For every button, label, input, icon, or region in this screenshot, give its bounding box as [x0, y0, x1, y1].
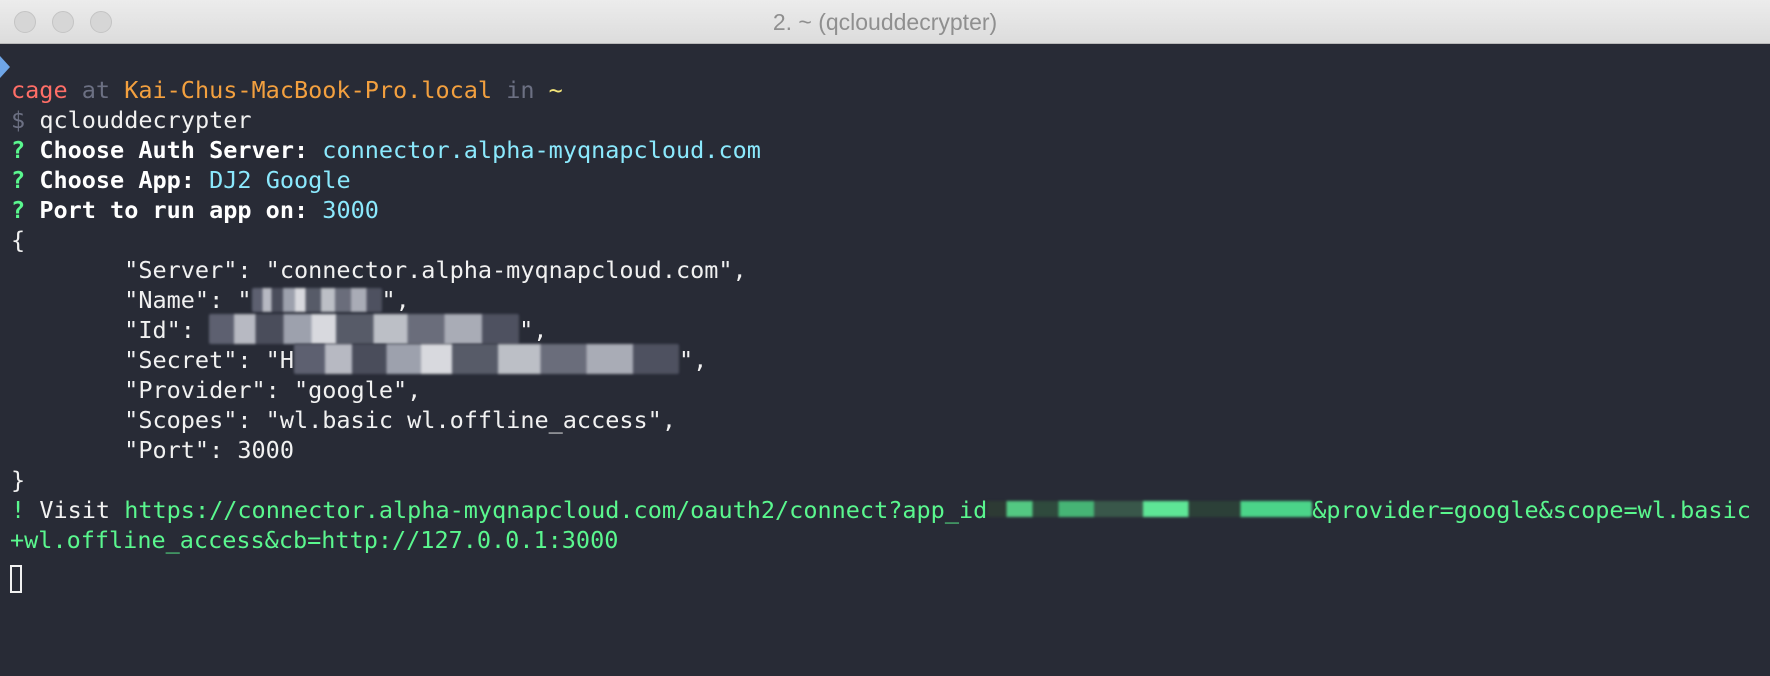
- visit-url-continued[interactable]: +wl.offline_access&cb=http://127.0.0.1:3…: [10, 526, 618, 554]
- visit-url[interactable]: https://connector.alpha-myqnapcloud.com/…: [124, 496, 987, 524]
- question-mark: ?: [11, 166, 26, 194]
- redacted-app-id: [987, 501, 1313, 517]
- question-auth-server: ? Choose Auth Server: connector.alpha-my…: [11, 133, 761, 167]
- terminal-cursor: [10, 565, 22, 593]
- visit-url-params[interactable]: &provider=google&scope=wl.basic: [1312, 496, 1751, 524]
- json-open-brace: {: [11, 226, 26, 254]
- question-label: Choose App:: [39, 166, 195, 194]
- json-server-line: "Server": "connector.alpha-myqnapcloud.c…: [11, 256, 747, 284]
- redacted-id: [209, 314, 520, 344]
- json-name-key: "Name": ": [11, 286, 252, 314]
- json-id-key: "Id":: [11, 316, 210, 344]
- prompt-line: cage at Kai-Chus-MacBook-Pro.local in ~: [11, 73, 563, 107]
- question-app: ? Choose App: DJ2 Google: [11, 163, 351, 197]
- json-secret-key: "Secret": "H: [11, 346, 294, 374]
- question-label: Port to run app on:: [39, 196, 309, 224]
- json-name-end: ",: [381, 286, 410, 314]
- title-bar: 2. ~ (qclouddecrypter): [0, 0, 1770, 44]
- prompt-in: in: [506, 76, 535, 104]
- json-port-line: "Port": 3000: [11, 436, 294, 464]
- prompt-dollar: $: [11, 106, 26, 134]
- terminal-body[interactable]: cage at Kai-Chus-MacBook-Pro.local in ~ …: [0, 44, 1770, 676]
- question-answer: connector.alpha-myqnapcloud.com: [322, 136, 761, 164]
- command-line: $ qclouddecrypter: [11, 103, 252, 137]
- json-id-end: ",: [519, 316, 548, 344]
- window-title: 2. ~ (qclouddecrypter): [772, 9, 998, 35]
- visit-label: Visit: [39, 496, 111, 524]
- visit-line-wrap: +wl.offline_access&cb=http://127.0.0.1:3…: [10, 523, 618, 557]
- json-close-brace: }: [11, 466, 26, 494]
- json-scopes-line: "Scopes": "wl.basic wl.offline_access",: [11, 406, 676, 434]
- terminal-window: 2. ~ (qclouddecrypter) cage at Kai-Chus-…: [0, 0, 1770, 676]
- prompt-dir: ~: [548, 76, 563, 104]
- redacted-name: [251, 288, 382, 312]
- prompt-host: Kai-Chus-MacBook-Pro.local: [124, 76, 493, 104]
- prompt-user: cage: [11, 76, 68, 104]
- prompt-marker-icon: [0, 56, 10, 78]
- redacted-secret: [293, 344, 679, 374]
- prompt-at: at: [81, 76, 111, 104]
- json-name-line: "Name": " ",: [11, 283, 410, 317]
- question-mark: ?: [11, 136, 26, 164]
- visit-line: ! Visit https://connector.alpha-myqnapcl…: [11, 493, 1751, 527]
- question-answer: DJ2 Google: [209, 166, 351, 194]
- question-mark: ?: [11, 196, 26, 224]
- json-secret-line: "Secret": "H ",: [11, 343, 707, 377]
- json-provider-line: "Provider": "google",: [11, 376, 422, 404]
- json-secret-end: ",: [678, 346, 708, 374]
- command-text: qclouddecrypter: [39, 106, 252, 134]
- question-label: Choose Auth Server:: [39, 136, 309, 164]
- question-answer: 3000: [322, 196, 379, 224]
- json-id-line: "Id": ",: [11, 313, 547, 347]
- visit-mark: !: [11, 496, 26, 524]
- question-port: ? Port to run app on: 3000: [11, 193, 379, 227]
